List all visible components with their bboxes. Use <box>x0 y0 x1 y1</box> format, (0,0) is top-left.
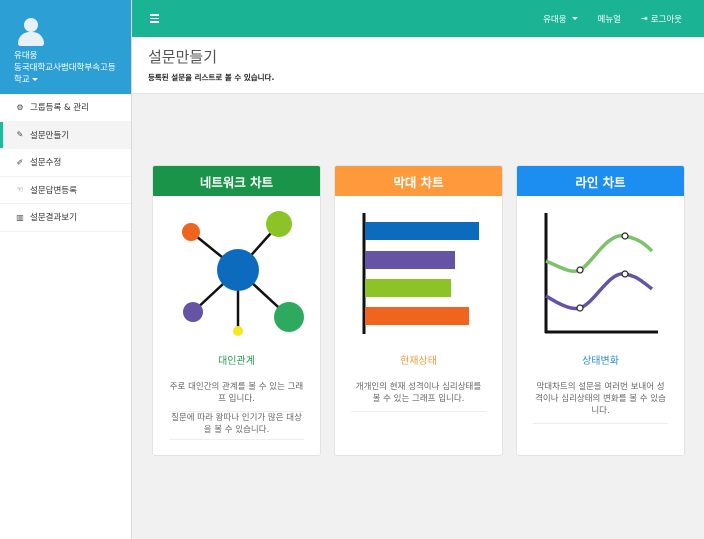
sidebar: 유대웅 동국대학교사범대학부속고등 학교 ⚙ 그룹등록 & 관리 ✎ 설문만들기… <box>0 0 132 539</box>
caret-down-icon <box>31 78 38 81</box>
sidebar-item-label: 설문수정 <box>30 158 62 169</box>
hand-icon: ☜ <box>16 185 24 195</box>
line-chart-illustration <box>517 196 684 344</box>
logout-label: 로그아웃 <box>650 14 682 25</box>
card-subtitle: 상태변화 <box>582 356 619 367</box>
page-subtitle: 등록된 설문을 리스트로 볼 수 있습니다. <box>148 73 275 82</box>
gears-icon: ⚙ <box>16 102 24 112</box>
edit-icon: ✐ <box>16 157 24 167</box>
top-navbar: 유대웅 메뉴얼 ⇥ 로그아웃 <box>132 0 704 37</box>
user-profile: 유대웅 동국대학교사범대학부속고등 학교 <box>0 0 131 94</box>
user-dropdown[interactable]: 유대웅 <box>543 13 578 25</box>
profile-text: 유대웅 동국대학교사범대학부속고등 학교 <box>14 50 131 86</box>
logout-link[interactable]: ⇥ 로그아웃 <box>641 13 682 25</box>
page-header: 설문만들기 등록된 설문을 리스트로 볼 수 있습니다. <box>132 37 704 94</box>
sidebar-item-label: 그룹등록 & 관리 <box>30 103 89 114</box>
network-chart-illustration <box>153 196 320 344</box>
bar-chart-icon: ▥ <box>16 212 24 222</box>
sidebar-item-edit-survey[interactable]: ✐ 설문수정 <box>0 149 131 177</box>
bar-chart-illustration <box>335 196 502 344</box>
sidebar-item-label: 설문만들기 <box>30 130 70 141</box>
bar-chart-card[interactable]: 막대 차트 현재상태 개개인의 현재 성격이나 심리상태를 볼 수 있는 그래프… <box>334 165 503 456</box>
caret-down-icon <box>571 17 578 20</box>
card-description: 개개인의 현재 성격이나 심리상태를 볼 수 있는 그래프 입니다. <box>351 381 486 412</box>
card-title: 네트워크 차트 <box>153 166 320 196</box>
network-chart-card[interactable]: 네트워크 차트 대인관계 주로 대인간의 관계를 볼 수 있는 그래프 입니다.… <box>152 165 321 456</box>
sidebar-item-results[interactable]: ▥ 설문결과보기 <box>0 204 131 232</box>
avatar-icon <box>16 18 46 48</box>
sidebar-item-label: 설문결과보기 <box>30 213 77 224</box>
magic-icon: ✎ <box>16 130 24 140</box>
line-chart-card[interactable]: 라인 차트 상태변화 막대차트의 설문을 여러번 보내어 성격이나 심리상태의 … <box>516 165 685 456</box>
user-org: 동국대학교사범대학부속고등 <box>14 63 116 73</box>
sidebar-item-create-survey[interactable]: ✎ 설문만들기 <box>0 121 131 149</box>
card-title: 라인 차트 <box>517 166 684 196</box>
user-org-line2: 학교 <box>14 75 30 85</box>
card-description: 주로 대인간의 관계를 볼 수 있는 그래프 입니다. <box>169 381 304 412</box>
card-description: 막대차트의 설문을 여러번 보내어 성격이나 심리상태의 변화를 볼 수 있습니… <box>533 381 668 424</box>
user-org-dropdown[interactable]: 학교 <box>14 74 131 86</box>
card-subtitle: 대인관계 <box>218 356 255 367</box>
manual-label: 메뉴얼 <box>597 14 622 25</box>
user-name: 유대웅 <box>14 51 38 61</box>
page-title: 설문만들기 <box>148 48 218 66</box>
sign-out-icon: ⇥ <box>641 14 648 23</box>
card-description-2: 질문에 따라 왕따나 인기가 많은 대상을 볼 수 있습니다. <box>169 412 304 440</box>
sidebar-menu: ⚙ 그룹등록 & 관리 ✎ 설문만들기 ✐ 설문수정 ☜ 설문답변등록 ▥ 설문… <box>0 94 131 232</box>
user-dropdown-label: 유대웅 <box>543 14 567 25</box>
sidebar-item-label: 설문답변등록 <box>30 185 77 196</box>
manual-link[interactable]: 메뉴얼 <box>598 13 621 25</box>
card-subtitle: 현재상태 <box>400 356 437 367</box>
hamburger-menu-icon[interactable] <box>150 14 159 23</box>
card-title: 막대 차트 <box>335 166 502 196</box>
top-nav: 유대웅 메뉴얼 ⇥ 로그아웃 <box>543 13 682 25</box>
sidebar-item-answer-register[interactable]: ☜ 설문답변등록 <box>0 177 131 204</box>
sidebar-item-group-manage[interactable]: ⚙ 그룹등록 & 관리 <box>0 94 131 122</box>
